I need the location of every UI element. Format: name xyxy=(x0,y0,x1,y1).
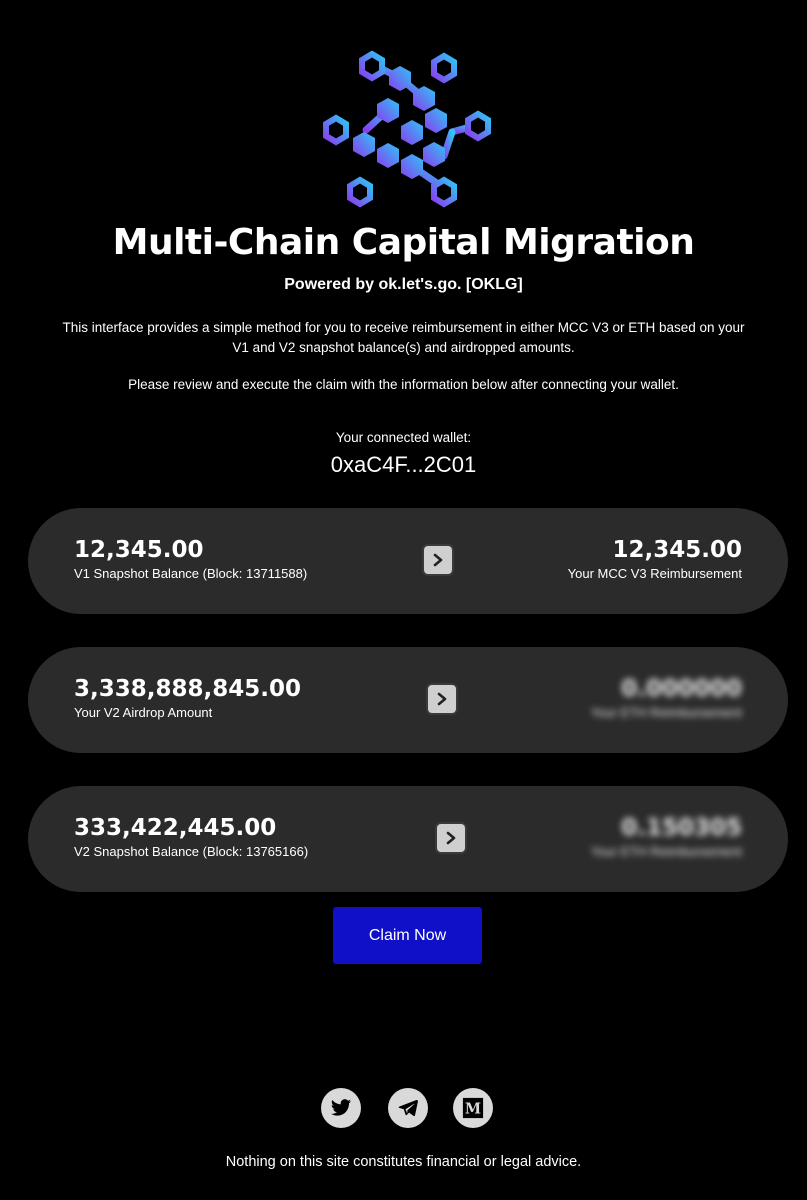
mcc-v3-reimbursement-label: Your MCC V3 Reimbursement xyxy=(567,566,742,581)
svg-text:M: M xyxy=(465,1101,481,1118)
medium-link[interactable]: M xyxy=(453,1088,493,1128)
claim-now-button[interactable]: Claim Now xyxy=(333,907,482,964)
instruction-text: Please review and execute the claim with… xyxy=(128,377,679,392)
convert-arrow-button[interactable] xyxy=(424,546,452,574)
mcc-v3-reimbursement-amount: 12,345.00 xyxy=(612,537,743,563)
twitter-icon xyxy=(330,1099,352,1116)
eth-reimbursement-label: Your ETH Reimbursement xyxy=(590,705,742,720)
convert-arrow-button[interactable] xyxy=(437,824,465,852)
network-logo-icon xyxy=(323,50,491,208)
twitter-link[interactable] xyxy=(321,1088,361,1128)
wallet-label: Your connected wallet: xyxy=(335,430,472,445)
v1-snapshot-card: 12,345.00 V1 Snapshot Balance (Block: 13… xyxy=(28,508,788,614)
v2-airdrop-card: 3,338,888,845.00 Your V2 Airdrop Amount … xyxy=(28,647,788,753)
chevron-right-icon xyxy=(446,831,456,845)
migration-page: Multi-Chain Capital Migration Powered by… xyxy=(0,0,807,1200)
convert-arrow-button[interactable] xyxy=(428,685,456,713)
chevron-right-icon xyxy=(437,692,447,706)
telegram-icon xyxy=(398,1099,418,1117)
page-subtitle: Powered by ok.let's.go. [OKLG] xyxy=(284,276,523,293)
eth-reimbursement-label: Your ETH Reimbursement xyxy=(590,844,742,859)
v1-snapshot-amount: 12,345.00 xyxy=(74,537,204,563)
v2-snapshot-card: 333,422,445.00 V2 Snapshot Balance (Bloc… xyxy=(28,786,788,892)
medium-icon: M xyxy=(462,1097,484,1119)
v2-airdrop-amount: 3,338,888,845.00 xyxy=(74,676,301,702)
chevron-right-icon xyxy=(433,553,443,567)
v2-snapshot-amount: 333,422,445.00 xyxy=(74,815,277,841)
v1-snapshot-label: V1 Snapshot Balance (Block: 13711588) xyxy=(74,566,308,581)
telegram-link[interactable] xyxy=(388,1088,428,1128)
eth-reimbursement-amount: 0.150305 xyxy=(621,815,742,841)
page-title: Multi-Chain Capital Migration xyxy=(112,222,695,263)
wallet-address: 0xaC4F...2C01 xyxy=(330,452,477,477)
intro-text: This interface provides a simple method … xyxy=(62,320,745,355)
v2-airdrop-label: Your V2 Airdrop Amount xyxy=(74,705,213,720)
eth-reimbursement-amount: 0.000000 xyxy=(621,676,742,702)
v2-snapshot-label: V2 Snapshot Balance (Block: 13765166) xyxy=(74,844,309,859)
disclaimer-text: Nothing on this site constitutes financi… xyxy=(225,1154,582,1170)
